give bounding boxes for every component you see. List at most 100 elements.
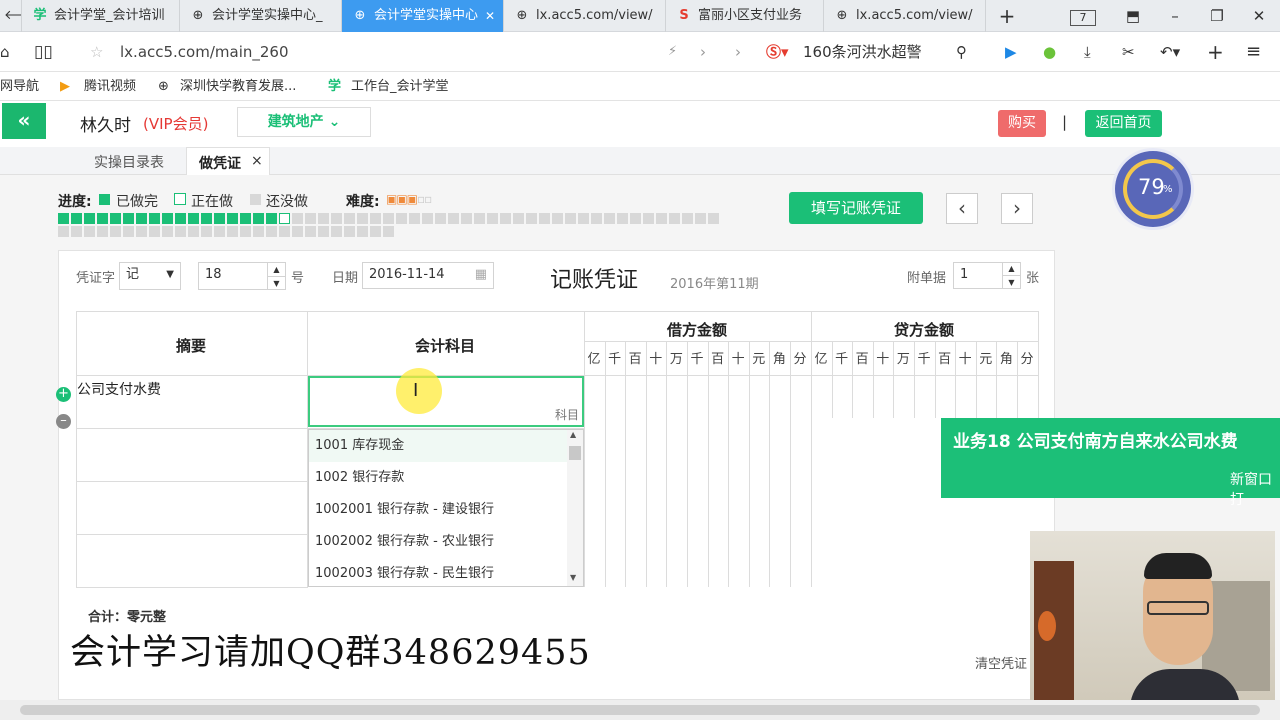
bookmark-tencent[interactable]: 腾讯视频 (84, 72, 136, 101)
progress-square[interactable] (123, 213, 134, 224)
chevron-right-icon[interactable]: › (700, 32, 706, 72)
progress-square[interactable] (110, 213, 121, 224)
fill-voucher-button[interactable]: 填写记账凭证 (789, 192, 923, 224)
chevron-right-icon-2[interactable]: › (735, 32, 741, 72)
progress-square[interactable] (214, 213, 225, 224)
progress-square[interactable] (240, 213, 251, 224)
voucher-type-select[interactable]: 记 ▼ (119, 262, 181, 290)
dropdown-item[interactable]: 1002002 银行存款 - 农业银行 (309, 526, 567, 558)
spinner-up-icon[interactable]: ▲ (1002, 263, 1020, 275)
progress-square[interactable] (344, 226, 355, 237)
clear-voucher-link[interactable]: 清空凭证 (975, 653, 1027, 672)
progress-square[interactable] (682, 213, 693, 224)
progress-square[interactable] (175, 226, 186, 237)
progress-square[interactable] (591, 213, 602, 224)
maximize-icon[interactable]: ❐ (1202, 0, 1232, 32)
new-tab-plus-icon[interactable]: + (992, 0, 1022, 32)
progress-square[interactable] (266, 213, 277, 224)
scroll-thumb[interactable] (569, 446, 581, 460)
spinner-up-icon[interactable]: ▲ (267, 263, 285, 276)
progress-square[interactable] (552, 213, 563, 224)
url-field[interactable]: lx.acc5.com/main_260 (120, 32, 289, 72)
progress-square[interactable] (292, 226, 303, 237)
progress-square[interactable] (201, 213, 212, 224)
progress-square[interactable] (708, 213, 719, 224)
browser-tab-2[interactable]: ⊕ 会计学堂实操中心_ (180, 0, 342, 32)
browser-tab-3-active[interactable]: ⊕ 会计学堂实操中心 ✕ (342, 0, 504, 32)
progress-square[interactable] (370, 226, 381, 237)
progress-square[interactable] (383, 213, 394, 224)
progress-square[interactable] (305, 213, 316, 224)
progress-square[interactable] (305, 226, 316, 237)
progress-square[interactable] (58, 213, 69, 224)
progress-square[interactable] (149, 213, 160, 224)
progress-square[interactable] (513, 213, 524, 224)
progress-square[interactable] (357, 226, 368, 237)
scissors-icon[interactable]: ✂ (1122, 32, 1135, 72)
add-row-icon[interactable]: + (56, 387, 71, 402)
browser-tab-4[interactable]: ⊕ lx.acc5.com/view/ (504, 0, 666, 32)
dropdown-item[interactable]: 1001 库存现金 (309, 430, 567, 462)
progress-square[interactable] (669, 213, 680, 224)
progress-square[interactable] (71, 213, 82, 224)
dropdown-item[interactable]: 1002003 银行存款 - 民生银行 (309, 558, 567, 590)
progress-square[interactable] (370, 213, 381, 224)
progress-square[interactable] (227, 226, 238, 237)
tab-catalog[interactable]: 实操目录表 (94, 152, 164, 172)
browser-tab-1[interactable]: 学会计学堂_会计培训 (22, 0, 180, 32)
progress-square[interactable] (643, 213, 654, 224)
progress-square[interactable] (500, 213, 511, 224)
star-bookmark-icon[interactable]: ☆ (90, 32, 103, 72)
sogou-search-icon[interactable]: Ⓢ▾ (766, 32, 789, 72)
progress-square[interactable] (97, 226, 108, 237)
dropdown-item[interactable]: 1002001 银行存款 - 建设银行 (309, 494, 567, 526)
progress-square[interactable] (84, 213, 95, 224)
bookmark-nav[interactable]: 网导航 (0, 72, 39, 101)
dropdown-item[interactable]: 1002 银行存款 (309, 462, 567, 494)
progress-square[interactable] (188, 226, 199, 237)
bookmark-shenzhen[interactable]: 深圳快学教育发展... (180, 72, 296, 101)
browser-tab-partial[interactable]: 🡐 (0, 0, 22, 32)
new-window-link[interactable]: 新窗口打 (1230, 469, 1280, 509)
progress-square[interactable] (435, 213, 446, 224)
tab-counter[interactable]: 7 (1068, 0, 1098, 32)
date-input[interactable]: 2016-11-14 ▦ (362, 262, 494, 289)
progress-square[interactable] (422, 213, 433, 224)
progress-square[interactable] (123, 226, 134, 237)
voucher-number-input[interactable]: 18 ▲ ▼ (198, 262, 286, 290)
reader-book-icon[interactable]: ▯▯ (34, 32, 53, 72)
tab-make-voucher[interactable]: 做凭证 × (186, 147, 270, 176)
home-icon[interactable]: ⌂ (0, 32, 10, 72)
attach-count-input[interactable]: 1 ▲ ▼ (953, 262, 1021, 289)
progress-square[interactable] (396, 213, 407, 224)
progress-square[interactable] (71, 226, 82, 237)
wechat-icon[interactable]: ● (1043, 32, 1056, 72)
close-icon[interactable]: × (251, 153, 263, 169)
progress-square[interactable] (253, 213, 264, 224)
progress-square[interactable] (227, 213, 238, 224)
progress-square[interactable] (266, 226, 277, 237)
progress-square[interactable] (409, 213, 420, 224)
progress-square[interactable] (110, 226, 121, 237)
progress-square[interactable] (318, 226, 329, 237)
minimize-icon[interactable]: – (1160, 0, 1190, 32)
scroll-down-icon[interactable]: ▼ (570, 573, 576, 582)
buy-button[interactable]: 购买 (998, 110, 1046, 137)
page-horizontal-scrollbar[interactable] (0, 700, 1280, 720)
back-home-button[interactable]: 返回首页 (1085, 110, 1162, 137)
dropdown-scrollbar[interactable]: ▲ ▼ (567, 430, 583, 586)
search-icon[interactable]: ⚲ (956, 32, 967, 72)
progress-square[interactable] (253, 226, 264, 237)
progress-square[interactable] (656, 213, 667, 224)
spinner-down-icon[interactable]: ▼ (1002, 275, 1020, 288)
bookmark-workbench[interactable]: 工作台_会计学堂 (351, 72, 449, 101)
row1-summary[interactable]: 公司支付水费 (77, 379, 161, 399)
prev-button[interactable]: ‹ (946, 193, 978, 224)
progress-square[interactable] (344, 213, 355, 224)
progress-square[interactable] (97, 213, 108, 224)
lightning-icon[interactable]: ⚡ (668, 32, 677, 72)
progress-square[interactable] (162, 226, 173, 237)
progress-square[interactable] (58, 226, 69, 237)
progress-square[interactable] (162, 213, 173, 224)
progress-square[interactable] (526, 213, 537, 224)
